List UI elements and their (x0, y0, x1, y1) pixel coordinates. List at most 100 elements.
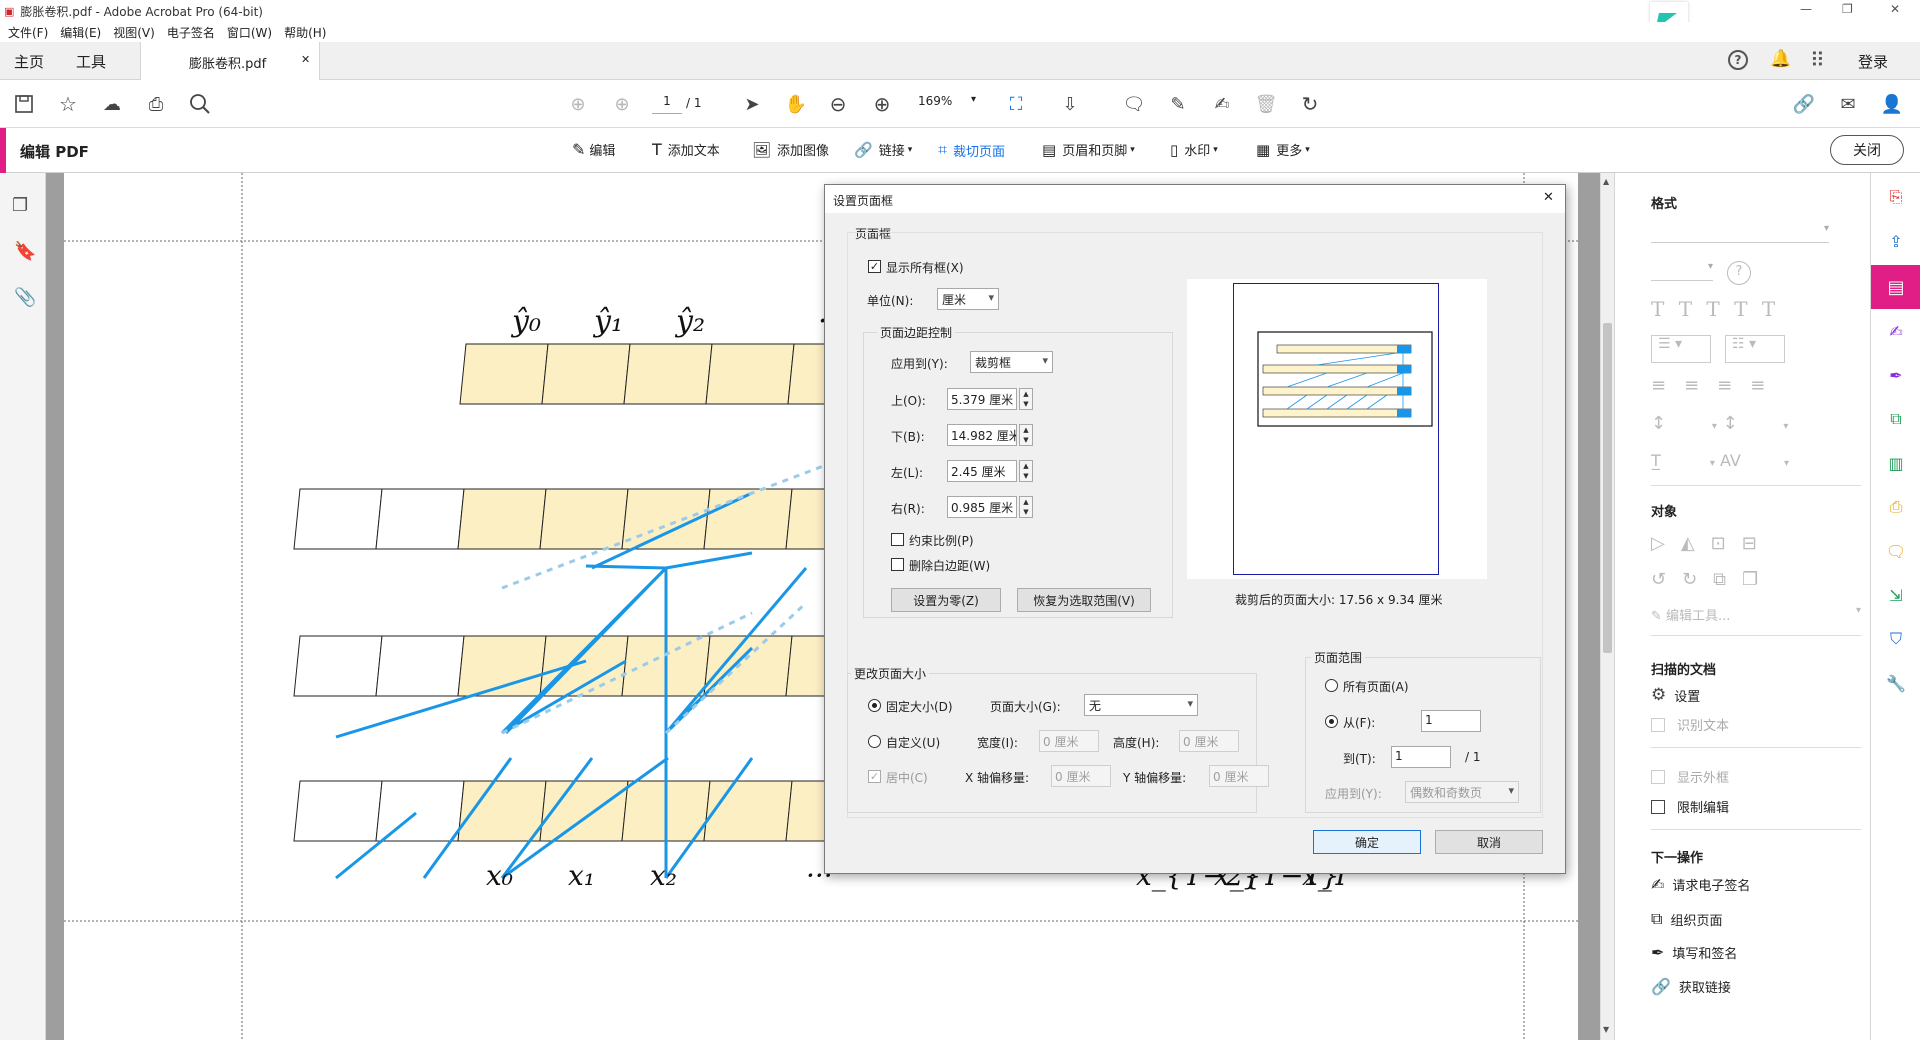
edit-tool[interactable]: ✎ 编辑 (572, 140, 615, 159)
next-page-icon[interactable]: ⊕ (606, 88, 638, 120)
sign-icon[interactable]: ✍ (1206, 88, 1238, 120)
alignment-icons[interactable]: ≡≡≡≡ (1651, 375, 1783, 396)
scroll-thumb[interactable] (1603, 323, 1612, 653)
rotate-icon[interactable]: ↻ (1294, 88, 1326, 120)
ocr-item[interactable]: 识别文本 (1651, 715, 1729, 734)
page-number-input[interactable]: 1 (652, 94, 682, 114)
font-help-icon[interactable]: ? (1727, 261, 1751, 285)
show-all-checkbox[interactable]: ✓ (868, 260, 881, 273)
mail-icon[interactable]: ✉ (1832, 88, 1864, 120)
text-style-icons[interactable]: TTTTT (1651, 297, 1789, 321)
header-footer-tool[interactable]: ▤ 页眉和页脚 ▾ (1042, 140, 1135, 160)
font-size-select[interactable]: ▾ (1651, 261, 1713, 281)
zoom-select[interactable]: 169% ▾ (918, 94, 978, 114)
add-image-tool[interactable]: 🖼 添加图像 (752, 140, 829, 160)
watermark-tool[interactable]: ▯ 水印 ▾ (1170, 140, 1218, 160)
scroll-mode-icon[interactable]: ⇩ (1054, 88, 1086, 120)
select-cursor-icon[interactable]: ➤ (736, 88, 768, 120)
hand-tool-icon[interactable]: ✋ (780, 88, 812, 120)
document-scrollbar[interactable]: ▲ ▼ (1600, 173, 1614, 1040)
save-icon[interactable] (8, 88, 40, 120)
star-icon[interactable]: ☆ (52, 88, 84, 120)
to-input[interactable]: 1 (1391, 746, 1451, 768)
right-margin-spinner[interactable]: ▲ ▼ (1019, 496, 1033, 518)
page-size-select[interactable]: 无 (1084, 694, 1198, 716)
show-outline-checkbox[interactable] (1651, 769, 1665, 784)
crop-page-tool[interactable]: ⌗ 裁切页面 (938, 140, 1005, 160)
compress-icon[interactable]: ⇲ (1884, 583, 1908, 607)
fit-page-icon[interactable]: ⛶ (1000, 88, 1032, 120)
request-signature-icon[interactable]: ✍ (1884, 319, 1908, 343)
scan-settings-item[interactable]: ⚙ 设置 (1651, 685, 1700, 705)
tab-home[interactable]: 主页 (14, 51, 44, 72)
apply-to-select[interactable]: 裁剪框 (970, 351, 1053, 373)
tools-more-icon[interactable]: 🔧 (1884, 671, 1908, 695)
menu-view[interactable]: 视图(V) (113, 24, 155, 41)
scroll-down-icon[interactable]: ▼ (1603, 1025, 1609, 1034)
combine-files-icon[interactable]: ⧉ (1884, 407, 1908, 431)
ok-button[interactable]: 确定 (1313, 830, 1421, 854)
menu-help[interactable]: 帮助(H) (284, 24, 326, 41)
action-organize-pages[interactable]: ⧉ 组织页面 (1651, 909, 1722, 929)
prev-page-icon[interactable]: ⊕ (562, 88, 594, 120)
bottom-margin-input[interactable]: 14.982 厘米 (947, 424, 1017, 446)
width-input[interactable]: 0 厘米 (1039, 730, 1099, 752)
delete-icon[interactable]: 🗑 (1250, 88, 1282, 120)
zoom-out-icon[interactable]: ⊖ (822, 88, 854, 120)
from-input[interactable]: 1 (1421, 710, 1481, 732)
height-input[interactable]: 0 厘米 (1179, 730, 1239, 752)
menu-esign[interactable]: 电子签名 (167, 24, 215, 41)
signin-link[interactable]: 登录 (1858, 51, 1888, 72)
top-margin-spinner[interactable]: ▲ ▼ (1019, 388, 1033, 410)
object-rotate-icons[interactable]: ↺↻⧉❐ (1651, 569, 1774, 590)
menu-edit[interactable]: 编辑(E) (60, 24, 101, 41)
comment-rail-icon[interactable]: 🗨 (1884, 539, 1908, 563)
menu-window[interactable]: 窗口(W) (227, 24, 272, 41)
right-margin-input[interactable]: 0.985 厘米 (947, 496, 1017, 518)
action-request-esign[interactable]: ✍ 请求电子签名 (1651, 875, 1750, 894)
scroll-up-icon[interactable]: ▲ (1603, 177, 1609, 186)
highlight-pen-icon[interactable]: ✎ (1162, 88, 1194, 120)
close-edit-button[interactable]: 关闭 (1830, 135, 1904, 165)
add-text-tool[interactable]: T 添加文本 (652, 140, 720, 159)
comment-icon[interactable]: 🗨 (1118, 88, 1150, 120)
dialog-close-icon[interactable]: ✕ (1543, 190, 1554, 205)
from-radio[interactable] (1325, 715, 1338, 728)
attachment-icon[interactable]: 📎 (14, 287, 36, 308)
restrict-edit-item[interactable]: 限制编辑 (1651, 797, 1729, 816)
revert-button[interactable]: 恢复为选取范围(V) (1017, 588, 1151, 612)
close-window-button[interactable]: ✕ (1890, 2, 1900, 16)
bell-icon[interactable]: 🔔 (1770, 49, 1791, 69)
tab-tools[interactable]: 工具 (76, 51, 106, 72)
minimize-button[interactable]: — (1800, 2, 1812, 16)
char-spacing-icon[interactable]: T̲ ▾ AV ▾ (1651, 451, 1789, 470)
organize-pages-rail-icon[interactable]: ▥ (1884, 451, 1908, 475)
range-apply-select[interactable]: 偶数和奇数页 (1405, 781, 1519, 803)
fill-sign-rail-icon[interactable]: ✒ (1884, 363, 1908, 387)
pages-thumbnail-icon[interactable]: ❐ (12, 195, 28, 216)
menu-file[interactable]: 文件(F) (8, 24, 48, 41)
search-icon[interactable] (184, 88, 216, 120)
help-icon[interactable]: ? (1728, 50, 1748, 70)
x-offset-input[interactable]: 0 厘米 (1051, 765, 1111, 787)
edit-pdf-active-icon[interactable]: ▤ (1871, 265, 1920, 309)
y-offset-input[interactable]: 0 厘米 (1209, 765, 1269, 787)
object-arrange-icons[interactable]: ▷◭⊡⊟ (1651, 533, 1773, 554)
set-zero-button[interactable]: 设置为零(Z) (891, 588, 1001, 612)
export-pdf-icon[interactable]: ⇪ (1884, 229, 1908, 253)
restore-button[interactable]: ❐ (1842, 2, 1853, 16)
scan-ocr-icon[interactable]: ⎙ (1884, 495, 1908, 519)
bottom-margin-spinner[interactable]: ▲ ▼ (1019, 424, 1033, 446)
font-select[interactable]: ▾ (1651, 223, 1829, 243)
cancel-button[interactable]: 取消 (1435, 830, 1543, 854)
constrain-checkbox[interactable] (891, 533, 904, 546)
numbered-list-icon[interactable]: ☷ ▾ (1725, 335, 1785, 363)
apps-grid-icon[interactable]: ⠿ (1810, 48, 1825, 72)
center-checkbox[interactable]: ✓ (868, 770, 881, 783)
add-user-icon[interactable]: 👤 (1876, 88, 1908, 120)
edit-tools-item[interactable]: ✎ 编辑工具... ▾ (1651, 605, 1861, 624)
more-tool[interactable]: ▦ 更多 ▾ (1256, 140, 1310, 160)
all-pages-radio[interactable] (1325, 679, 1338, 692)
action-get-link[interactable]: 🔗 获取链接 (1651, 977, 1731, 996)
left-margin-spinner[interactable]: ▲ ▼ (1019, 460, 1033, 482)
